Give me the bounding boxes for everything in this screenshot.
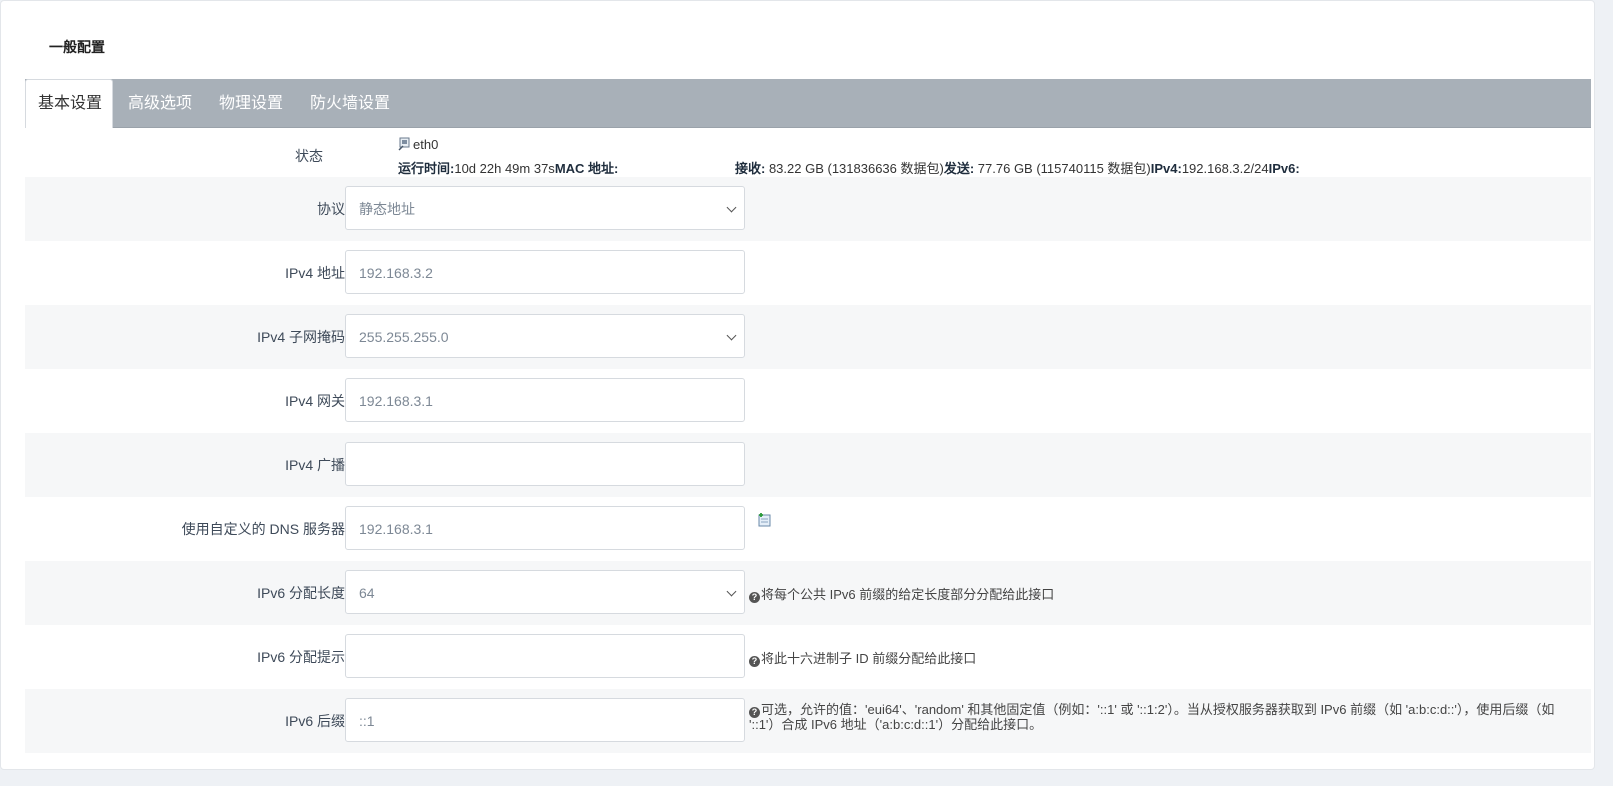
help-icon: ? xyxy=(749,656,760,667)
dns-label: 使用自定义的 DNS 服务器 xyxy=(181,521,345,537)
tab-physical[interactable]: 物理设置 xyxy=(219,79,283,127)
row-dns: 使用自定义的 DNS 服务器 192.168.3.1 xyxy=(25,497,1591,561)
row-ipv4-bcast: IPv4 广播 xyxy=(25,433,1591,497)
ip6-assign-hint: ? 将每个公共 IPv6 前缀的给定长度部分分配给此接口 xyxy=(749,584,1054,603)
status-label: 状态 xyxy=(295,148,323,164)
protocol-select[interactable]: 静态地址 xyxy=(345,186,745,230)
ipv4-addr-label: IPv4 地址 xyxy=(285,265,345,281)
ip6-hint-input[interactable] xyxy=(345,634,745,678)
tab-basic[interactable]: 基本设置 xyxy=(25,79,113,128)
row-ip6-hint: IPv6 分配提示 ? 将此十六进制子 ID 前缀分配给此接口 xyxy=(25,625,1591,689)
help-icon: ? xyxy=(749,592,760,603)
tab-bar: 基本设置 高级选项 物理设置 防火墙设置 xyxy=(25,79,1591,128)
row-ip6-assign: IPv6 分配长度 64 ? 将每个公共 IPv6 前缀的给定长度部分分配给此接口 xyxy=(25,561,1591,625)
ip6-suffix-label: IPv6 后缀 xyxy=(285,713,345,729)
tab-firewall[interactable]: 防火墙设置 xyxy=(310,79,390,127)
row-ipv4-gw: IPv4 网关 192.168.3.1 xyxy=(25,369,1591,433)
add-entry-icon[interactable] xyxy=(757,512,773,528)
ipv4-bcast-label: IPv4 广播 xyxy=(285,457,345,473)
status-uptime-mac: 运行时间:10d 22h 49m 37sMAC 地址: xyxy=(398,161,619,176)
row-protocol: 协议 静态地址 xyxy=(25,177,1591,241)
ip6-suffix-input[interactable]: ::1 xyxy=(345,698,745,742)
row-ip6-suffix: IPv6 后缀 ::1 ? 可选，允许的值：'eui64'、'random' 和其… xyxy=(25,689,1591,753)
interface-label: eth0 xyxy=(413,137,439,152)
section-title: 一般配置 xyxy=(49,39,105,55)
ipv4-gw-label: IPv4 网关 xyxy=(285,393,345,409)
tab-advanced[interactable]: 高级选项 xyxy=(128,79,192,127)
row-ipv4-addr: IPv4 地址 192.168.3.2 xyxy=(25,241,1591,305)
ip6-hint-label: IPv6 分配提示 xyxy=(257,649,345,665)
ipv4-mask-select[interactable]: 255.255.255.0 xyxy=(345,314,745,358)
ip6-assign-select[interactable]: 64 xyxy=(345,570,745,614)
ip6-assign-label: IPv6 分配长度 xyxy=(257,585,345,601)
general-config-card: 一般配置 基本设置 高级选项 物理设置 防火墙设置 状态 eth0 运行时间:1… xyxy=(0,0,1595,770)
ipv4-mask-label: IPv4 子网掩码 xyxy=(257,329,345,345)
ip6-hint-hint: ? 将此十六进制子 ID 前缀分配给此接口 xyxy=(749,648,976,667)
protocol-label: 协议 xyxy=(317,201,345,217)
ipv4-bcast-input[interactable] xyxy=(345,442,745,486)
ethernet-port-icon xyxy=(398,137,410,151)
row-ipv4-mask: IPv4 子网掩码 255.255.255.0 xyxy=(25,305,1591,369)
ip6-suffix-hint: ? 可选，允许的值：'eui64'、'random' 和其他固定值（例如：'::1… xyxy=(749,702,1555,732)
interface-name: eth0 xyxy=(398,137,438,152)
dns-input[interactable]: 192.168.3.1 xyxy=(345,506,745,550)
status-traffic: 接收: 83.22 GB (131836636 数据包)发送: 77.76 GB… xyxy=(735,161,1300,176)
ipv4-gw-input[interactable]: 192.168.3.1 xyxy=(345,378,745,422)
ipv4-addr-input[interactable]: 192.168.3.2 xyxy=(345,250,745,294)
